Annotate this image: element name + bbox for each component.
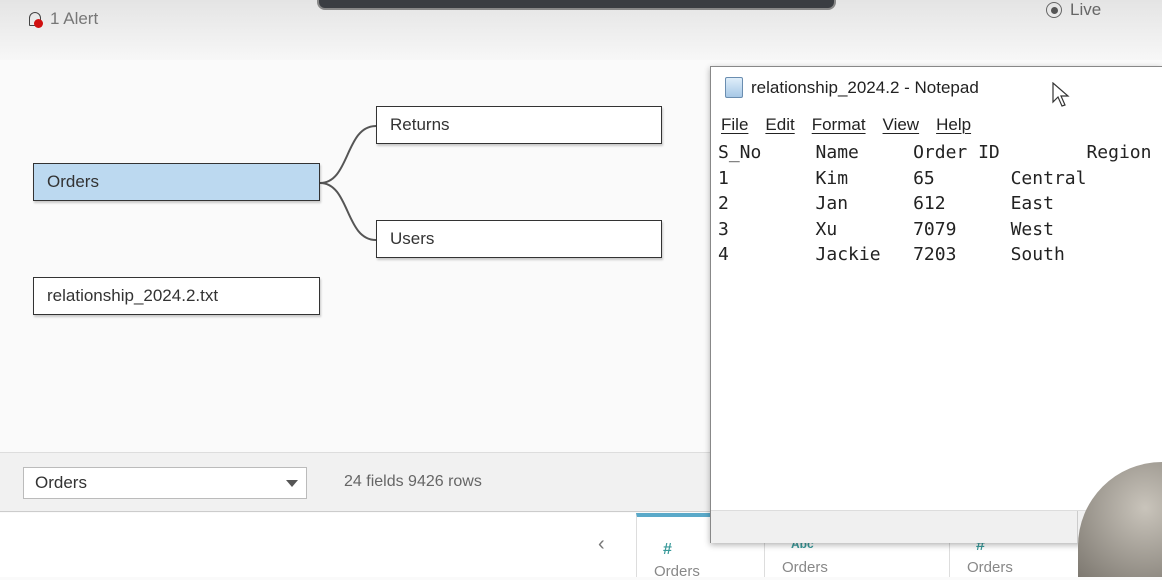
table-returns[interactable]: Returns <box>376 106 662 144</box>
live-label: Live <box>1070 0 1102 19</box>
number-type-icon: # <box>663 541 672 558</box>
notepad-text-area[interactable]: S_No Name Order ID Region 1 Kim 65 Centr… <box>718 140 1151 268</box>
chevron-left-icon[interactable]: ‹ <box>598 533 605 556</box>
menu-view[interactable]: View <box>883 115 920 135</box>
menu-bar: File Edit Format View Help <box>721 115 971 135</box>
menu-file[interactable]: File <box>721 115 748 135</box>
menu-format[interactable]: Format <box>812 115 866 135</box>
notepad-window: relationship_2024.2 - Notepad File Edit … <box>710 66 1162 543</box>
notepad-icon <box>725 77 743 98</box>
table-orders[interactable]: Orders <box>33 163 320 201</box>
field-source: Orders <box>654 563 700 580</box>
chevron-down-icon <box>286 480 298 487</box>
radio-selected-icon <box>1046 2 1062 18</box>
table-select[interactable]: Orders <box>23 467 307 499</box>
table-relationship-txt[interactable]: relationship_2024.2.txt <box>33 277 320 315</box>
mouse-cursor-icon <box>1052 82 1070 107</box>
field-source: Orders <box>782 559 828 576</box>
table-users[interactable]: Users <box>376 220 662 258</box>
table-select-value: Orders <box>35 473 87 492</box>
menu-edit[interactable]: Edit <box>765 115 794 135</box>
fields-rows-summary: 24 fields 9426 rows <box>344 473 482 490</box>
menu-help[interactable]: Help <box>936 115 971 135</box>
field-source: Orders <box>967 559 1013 576</box>
window-title: relationship_2024.2 - Notepad <box>751 77 979 97</box>
notepad-title-bar[interactable]: relationship_2024.2 - Notepad <box>725 77 979 98</box>
live-option[interactable]: Live <box>1046 0 1101 20</box>
